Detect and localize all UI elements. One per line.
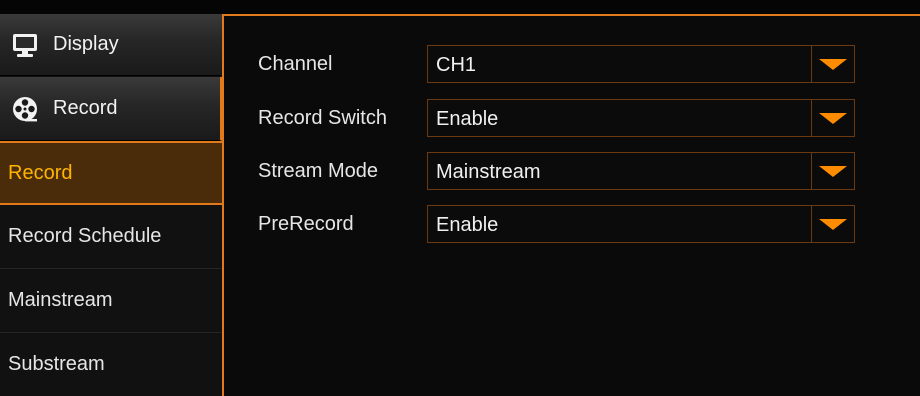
sidebar-category-label: Record [53,97,118,119]
record-switch-select[interactable]: Enable [427,99,855,137]
setting-label: Record Switch [258,107,387,129]
setting-label: Channel [258,53,333,75]
sidebar-category-display[interactable]: Display [0,14,222,76]
prerecord-select[interactable]: Enable [427,205,855,243]
sidebar-item-label: Substream [8,353,105,375]
dropdown-arrow-icon[interactable] [811,153,854,189]
sidebar-item-label: Mainstream [8,289,113,311]
setting-row-stream-mode: Stream Mode Mainstream [224,152,920,192]
sidebar-item-label: Record Schedule [8,225,162,247]
monitor-icon [11,31,39,59]
sidebar: Display Record Record Record Schedule Ma… [0,14,222,396]
select-value: Enable [436,108,499,130]
sidebar-item-record-schedule[interactable]: Record Schedule [0,205,222,269]
film-reel-icon [11,95,39,123]
setting-row-prerecord: PreRecord Enable [224,205,920,245]
select-value: Mainstream [436,161,541,183]
select-value: Enable [436,214,499,236]
sidebar-item-substream[interactable]: Substream [0,333,222,396]
setting-row-channel: Channel CH1 [224,45,920,85]
settings-window: Display Record Record Record Schedule Ma… [0,0,920,396]
sidebar-item-record[interactable]: Record [0,141,222,205]
dropdown-arrow-icon[interactable] [811,100,854,136]
dropdown-arrow-icon[interactable] [811,46,854,82]
setting-label: PreRecord [258,213,354,235]
dropdown-arrow-icon[interactable] [811,206,854,242]
sidebar-category-label: Display [53,33,119,55]
stream-mode-select[interactable]: Mainstream [427,152,855,190]
channel-select[interactable]: CH1 [427,45,855,83]
sidebar-item-label: Record [8,161,73,184]
sidebar-item-mainstream[interactable]: Mainstream [0,269,222,333]
sidebar-category-record[interactable]: Record [0,77,222,141]
record-settings-panel: Channel CH1 Record Switch Enable Stream … [222,14,920,396]
setting-label: Stream Mode [258,160,379,182]
setting-row-record-switch: Record Switch Enable [224,99,920,139]
select-value: CH1 [436,54,477,76]
